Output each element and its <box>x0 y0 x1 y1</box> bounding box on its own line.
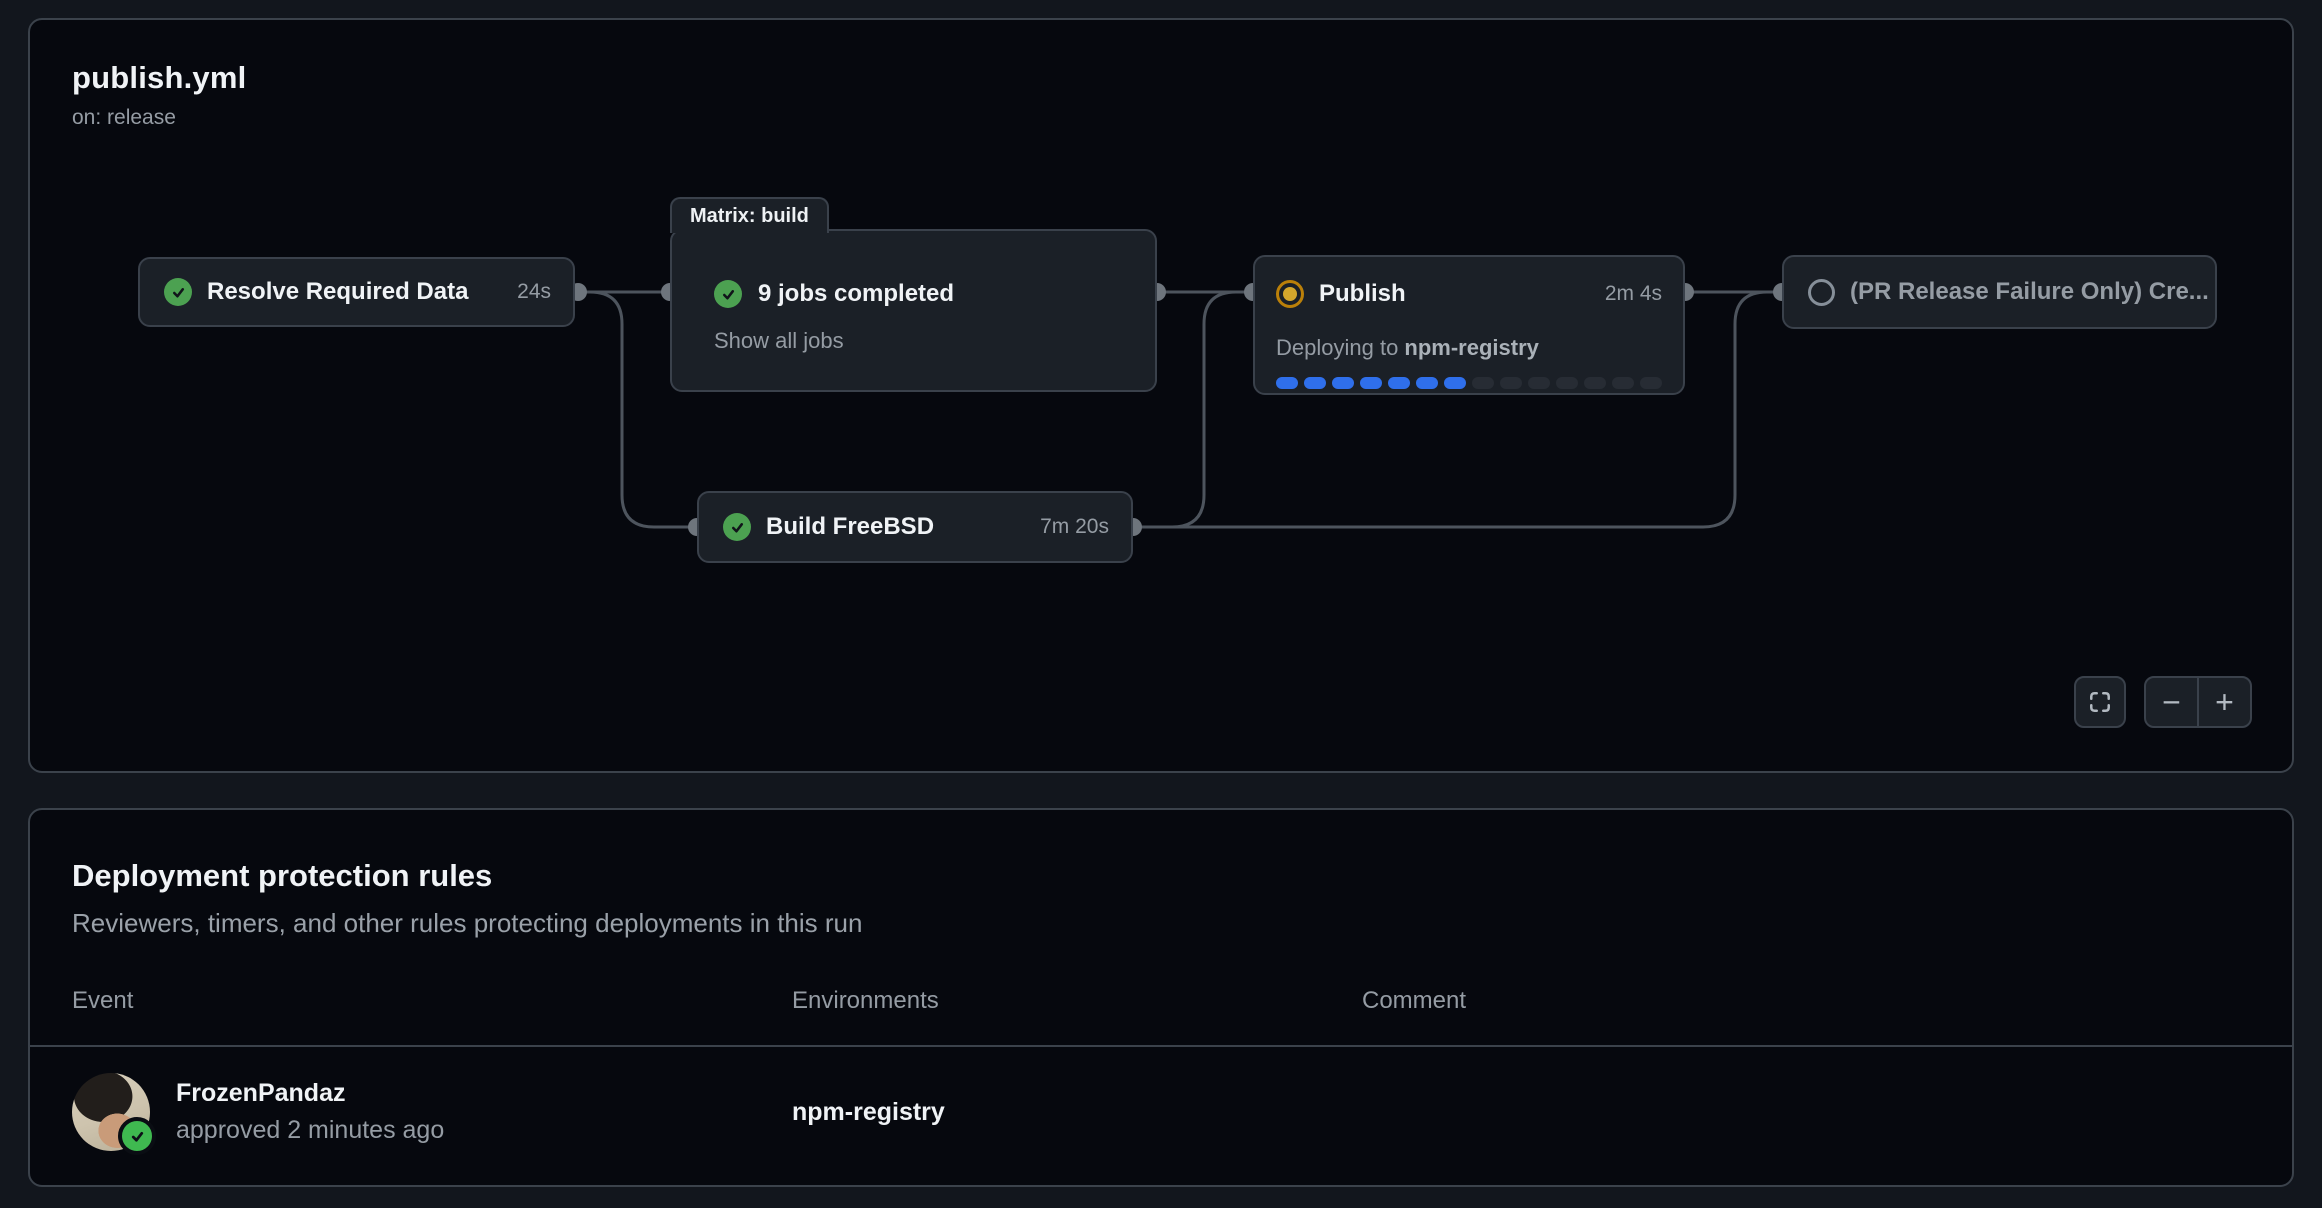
environment-name: npm-registry <box>792 1098 1362 1127</box>
show-all-jobs-link[interactable]: Show all jobs <box>714 328 1131 354</box>
zoom-in-button[interactable]: + <box>2199 678 2250 726</box>
workflow-header: publish.yml on: release <box>72 60 246 130</box>
node-matrix-build[interactable]: 9 jobs completed Show all jobs <box>670 229 1157 392</box>
progress-segment <box>1584 377 1606 389</box>
fullscreen-icon <box>2088 690 2112 714</box>
plus-icon: + <box>2215 684 2234 721</box>
progress-segment <box>1304 377 1326 389</box>
deploy-prefix: Deploying to <box>1276 335 1404 360</box>
node-resolve-required-data[interactable]: Resolve Required Data 24s <box>138 257 575 327</box>
progress-segment <box>1332 377 1354 389</box>
deploy-status-text: Deploying to npm-registry <box>1276 335 1662 361</box>
success-check-icon <box>714 280 742 308</box>
node-publish[interactable]: Publish 2m 4s Deploying to npm-registry <box>1253 255 1685 395</box>
success-check-icon <box>164 278 192 306</box>
deployment-protection-rules-panel: Deployment protection rules Reviewers, t… <box>28 808 2294 1187</box>
progress-segment <box>1444 377 1466 389</box>
workflow-trigger: on: release <box>72 106 246 130</box>
node-duration: 7m 20s <box>1040 515 1109 539</box>
node-pr-release-failure[interactable]: (PR Release Failure Only) Cre... <box>1782 255 2217 329</box>
rules-heading: Deployment protection rules <box>72 858 2250 894</box>
progress-segment <box>1276 377 1298 389</box>
rules-table-header: Event Environments Comment <box>30 987 2292 1015</box>
progress-segment <box>1640 377 1662 389</box>
workflow-file-name: publish.yml <box>72 60 246 96</box>
reviewer-username[interactable]: FrozenPandaz <box>176 1079 444 1108</box>
node-label: Build FreeBSD <box>766 513 934 541</box>
zoom-control: − + <box>2144 676 2252 728</box>
in-progress-icon <box>1276 280 1304 308</box>
approval-status-text: approved 2 minutes ago <box>176 1116 444 1145</box>
column-header-environments: Environments <box>792 987 1362 1015</box>
zoom-out-button[interactable]: − <box>2146 678 2197 726</box>
matrix-group-label: Matrix: build <box>690 205 809 228</box>
node-label: Resolve Required Data <box>207 278 468 306</box>
deploy-progress-bar <box>1276 377 1662 389</box>
progress-segment <box>1388 377 1410 389</box>
node-duration: 2m 4s <box>1605 282 1662 306</box>
progress-segment <box>1528 377 1550 389</box>
matrix-jobs-summary: 9 jobs completed <box>758 280 954 308</box>
workflow-edges <box>30 20 2296 775</box>
approval-row: FrozenPandaz approved 2 minutes ago npm-… <box>30 1047 2292 1177</box>
node-label: Publish <box>1319 280 1406 308</box>
node-duration: 24s <box>517 280 551 304</box>
success-check-icon <box>723 513 751 541</box>
column-header-event: Event <box>72 987 792 1015</box>
fit-to-window-button[interactable] <box>2074 676 2126 728</box>
node-build-freebsd[interactable]: Build FreeBSD 7m 20s <box>697 491 1133 563</box>
workflow-graph-panel: publish.yml on: release Res <box>28 18 2294 773</box>
matrix-group-tab: Matrix: build <box>670 197 829 233</box>
node-label: (PR Release Failure Only) Cre... <box>1850 278 2209 306</box>
progress-segment <box>1612 377 1634 389</box>
minus-icon: − <box>2162 684 2181 721</box>
progress-segment <box>1500 377 1522 389</box>
event-cell: FrozenPandaz approved 2 minutes ago <box>72 1073 792 1151</box>
progress-segment <box>1360 377 1382 389</box>
column-header-comment: Comment <box>1362 987 2250 1015</box>
progress-segment <box>1472 377 1494 389</box>
approved-check-badge <box>118 1117 156 1155</box>
deploy-target-environment: npm-registry <box>1404 335 1538 360</box>
progress-segment <box>1556 377 1578 389</box>
progress-segment <box>1416 377 1438 389</box>
rules-subheading: Reviewers, timers, and other rules prote… <box>72 908 2250 939</box>
avatar <box>72 1073 150 1151</box>
pending-circle-icon <box>1808 279 1835 306</box>
